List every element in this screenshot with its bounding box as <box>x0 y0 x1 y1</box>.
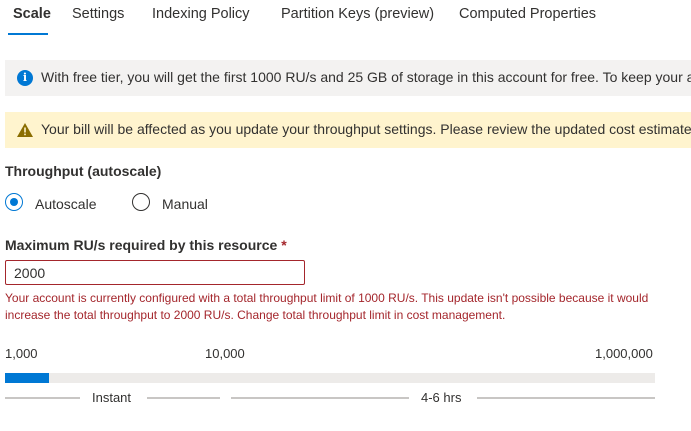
throughput-slider[interactable] <box>5 373 655 383</box>
tab-partition-keys[interactable]: Partition Keys (preview) <box>281 6 434 22</box>
max-ru-input[interactable] <box>5 260 305 285</box>
slider-tick-max: 1,000,000 <box>595 346 653 361</box>
radio-checked-indicator <box>5 193 23 211</box>
timeline-line-left <box>5 397 80 399</box>
required-marker: * <box>281 237 287 253</box>
warning-banner-text: Your bill will be affected as you update… <box>41 121 691 137</box>
slider-tick-mid: 10,000 <box>205 346 245 361</box>
tab-bar: Scale Settings Indexing Policy Partition… <box>0 0 691 38</box>
max-ru-label: Maximum RU/s required by this resource * <box>5 237 287 253</box>
active-tab-indicator <box>8 33 48 35</box>
info-icon: i <box>17 70 33 86</box>
slider-fill <box>5 373 49 383</box>
throughput-heading: Throughput (autoscale) <box>5 163 162 179</box>
warning-icon <box>17 123 33 137</box>
tab-indexing-policy[interactable]: Indexing Policy <box>152 6 250 22</box>
timeline-line-right <box>477 397 655 399</box>
timeline-line-mid-left <box>147 397 220 399</box>
timeline-hours-label: 4-6 hrs <box>421 390 462 405</box>
timeline-instant-label: Instant <box>92 390 132 405</box>
slider-tick-min: 1,000 <box>5 346 38 361</box>
autoscale-radio-label: Autoscale <box>35 196 97 212</box>
manual-radio-label: Manual <box>162 196 208 212</box>
throughput-error-message: Your account is currently configured wit… <box>5 291 649 322</box>
tab-settings[interactable]: Settings <box>72 6 124 22</box>
radio-unchecked-indicator <box>132 193 150 211</box>
timeline-line-mid-right <box>231 397 409 399</box>
free-tier-info-banner: i With free tier, you will get the first… <box>5 60 691 96</box>
max-ru-label-text: Maximum RU/s required by this resource <box>5 237 278 253</box>
tab-computed-properties[interactable]: Computed Properties <box>459 6 596 22</box>
info-banner-text: With free tier, you will get the first 1… <box>41 69 691 85</box>
manual-radio[interactable]: Manual <box>132 192 222 216</box>
autoscale-radio[interactable]: Autoscale <box>5 192 105 216</box>
tab-scale[interactable]: Scale <box>13 6 51 22</box>
bill-warning-banner: Your bill will be affected as you update… <box>5 112 691 148</box>
